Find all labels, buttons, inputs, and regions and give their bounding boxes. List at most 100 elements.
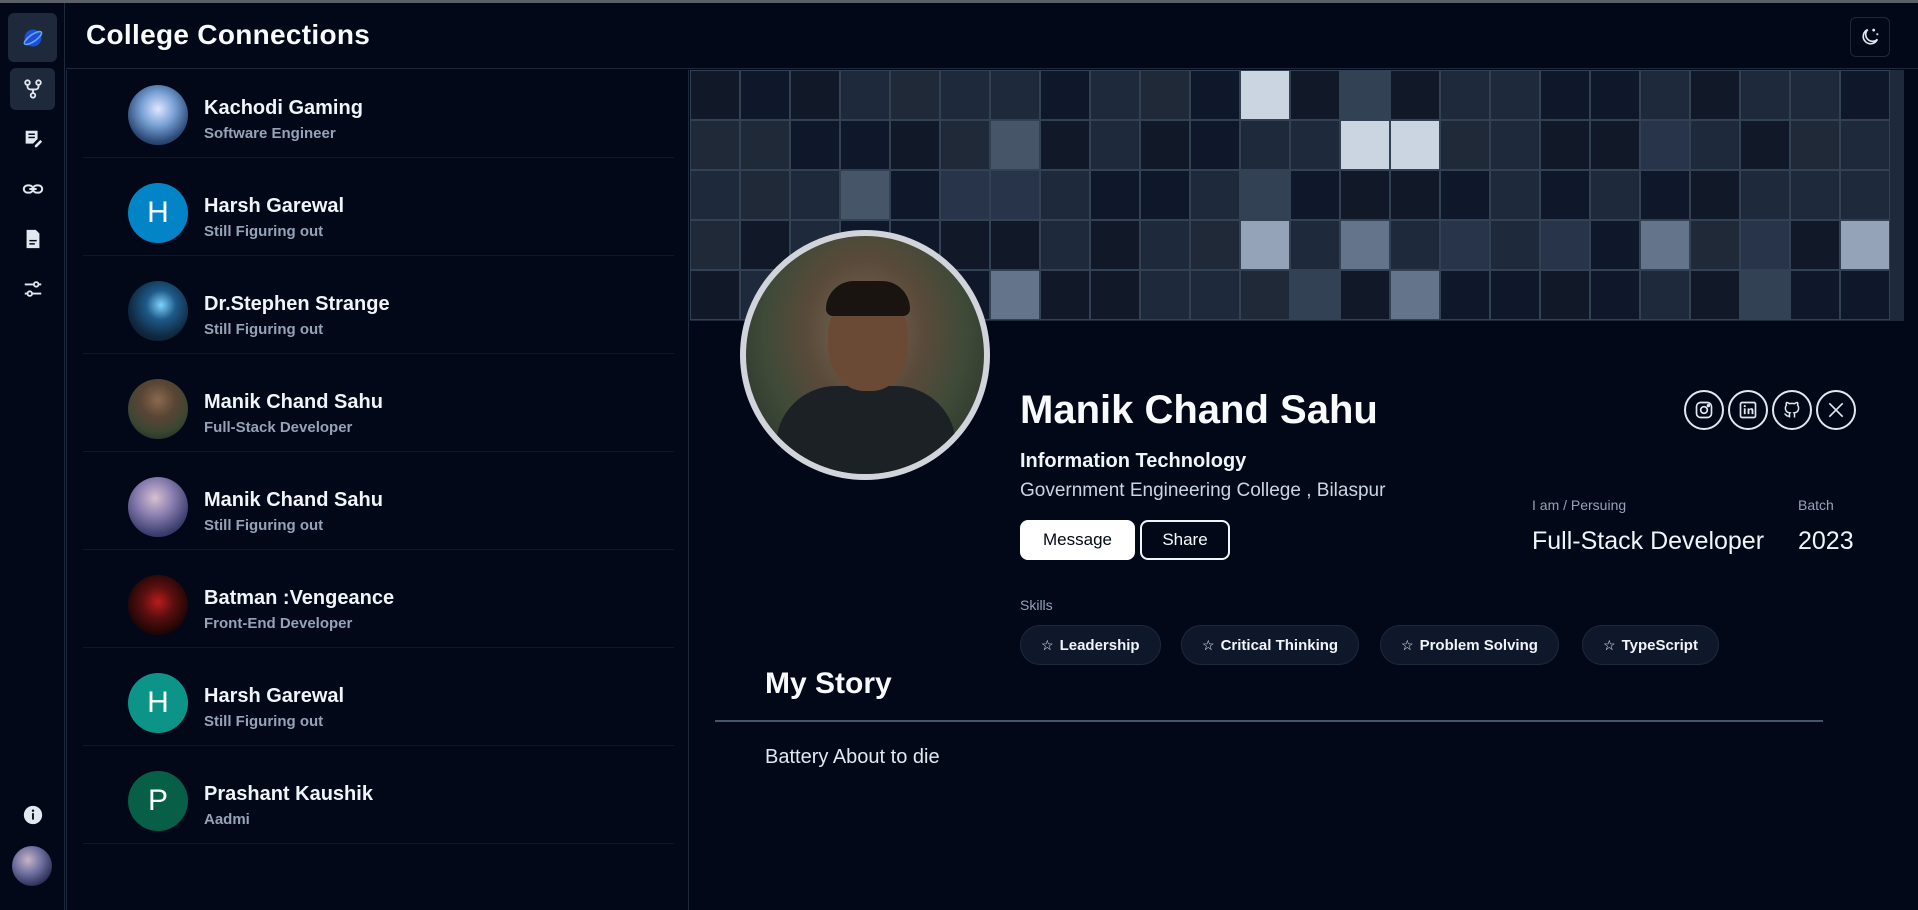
banner-tile: [740, 120, 790, 170]
info-button[interactable]: [10, 794, 55, 836]
x-link[interactable]: [1816, 390, 1856, 430]
contact-role: Still Figuring out: [204, 713, 324, 730]
banner-tile: [1390, 170, 1440, 220]
share-button[interactable]: Share: [1140, 520, 1230, 560]
story-title: My Story: [765, 667, 892, 700]
banner-tile: [1690, 270, 1740, 320]
banner-tile: [1840, 170, 1890, 220]
banner-tile: [1290, 70, 1340, 120]
skill-chip[interactable]: ☆ Critical Thinking: [1181, 625, 1360, 665]
banner-tile: [690, 170, 740, 220]
banner-tile: [1840, 70, 1890, 120]
skill-chip[interactable]: ☆ Leadership: [1020, 625, 1161, 665]
banner-tile: [1240, 70, 1290, 120]
profile-name: Manik Chand Sahu: [1020, 388, 1378, 432]
banner-tile: [790, 170, 840, 220]
banner-tile: [1090, 270, 1140, 320]
banner-tile: [1390, 120, 1440, 170]
rail-notes-button[interactable]: [10, 118, 55, 160]
contact-item[interactable]: Manik Chand Sahu Full-Stack Developer: [83, 364, 674, 452]
banner-tile: [1690, 220, 1740, 270]
contact-item[interactable]: Batman :Vengeance Front-End Developer: [83, 560, 674, 648]
banner-tile: [1290, 120, 1340, 170]
pursuing-value: Full-Stack Developer: [1532, 527, 1765, 555]
banner-tile: [1340, 70, 1390, 120]
banner-tile: [1840, 220, 1890, 270]
banner-tile: [1490, 70, 1540, 120]
contact-name: Kachodi Gaming: [204, 97, 363, 119]
document-icon: [26, 229, 39, 249]
contact-avatar: [128, 85, 188, 145]
banner-tile: [940, 170, 990, 220]
banner-tile: [1790, 270, 1840, 320]
contact-avatar: [128, 575, 188, 635]
banner-tile: [1590, 70, 1640, 120]
banner-tile: [1040, 170, 1090, 220]
star-icon: ☆: [1603, 636, 1616, 653]
skill-chip[interactable]: ☆ Problem Solving: [1380, 625, 1559, 665]
banner-tile: [1490, 220, 1540, 270]
contact-item[interactable]: Kachodi Gaming Software Engineer: [83, 70, 674, 158]
rail-link-button[interactable]: [10, 168, 55, 210]
banner-tile: [1790, 120, 1840, 170]
banner-tile: [1140, 170, 1190, 220]
banner-tile: [1040, 70, 1090, 120]
contact-item[interactable]: P Prashant Kaushik Aadmi: [83, 756, 674, 844]
contact-role: Software Engineer: [204, 125, 336, 142]
rail-branch-button[interactable]: [10, 68, 55, 110]
contact-item[interactable]: Dr.Stephen Strange Still Figuring out: [83, 266, 674, 354]
rail-document-button[interactable]: [10, 218, 55, 260]
star-icon: ☆: [1401, 636, 1414, 653]
contact-role: Still Figuring out: [204, 517, 324, 534]
banner-tile: [1090, 70, 1140, 120]
github-link[interactable]: [1772, 390, 1812, 430]
banner-tile: [1740, 120, 1790, 170]
app-header: College Connections: [66, 3, 1918, 69]
contact-item[interactable]: H Harsh Garewal Still Figuring out: [83, 168, 674, 256]
linkedin-icon: [1739, 401, 1757, 419]
banner-tile: [790, 70, 840, 120]
rail-settings-button[interactable]: [10, 268, 55, 310]
banner-tile: [1640, 120, 1690, 170]
banner-tile: [740, 70, 790, 120]
banner-tile: [990, 170, 1040, 220]
banner-tile: [890, 120, 940, 170]
banner-tile: [740, 170, 790, 220]
banner-tile: [990, 120, 1040, 170]
banner-tile: [1590, 120, 1640, 170]
banner-tile: [1490, 170, 1540, 220]
user-avatar[interactable]: [12, 846, 52, 886]
banner-tile: [1790, 220, 1840, 270]
banner-tile: [1690, 70, 1740, 120]
banner-tile: [1740, 220, 1790, 270]
linkedin-link[interactable]: [1728, 390, 1768, 430]
banner-tile: [1290, 220, 1340, 270]
contact-item[interactable]: Manik Chand Sahu Still Figuring out: [83, 462, 674, 550]
link-icon: [22, 184, 43, 194]
banner-tile: [1040, 270, 1090, 320]
banner-tile: [1190, 270, 1240, 320]
contact-avatar: [128, 379, 188, 439]
banner-tile: [1540, 120, 1590, 170]
banner-tile: [1640, 70, 1690, 120]
banner-tile: [1440, 120, 1490, 170]
banner-tile: [1240, 170, 1290, 220]
banner-tile: [690, 120, 740, 170]
message-button[interactable]: Message: [1020, 520, 1135, 560]
banner-tile: [1090, 220, 1140, 270]
contact-item[interactable]: H Harsh Garewal Still Figuring out: [83, 658, 674, 746]
x-icon: [1828, 402, 1844, 418]
instagram-icon: [1695, 401, 1713, 419]
banner-tile: [840, 120, 890, 170]
story-text: Battery About to die: [765, 746, 940, 768]
banner-tile: [1590, 170, 1640, 220]
logo-icon[interactable]: [8, 13, 57, 62]
contact-avatar: H: [128, 673, 188, 733]
banner-tile: [1340, 120, 1390, 170]
theme-toggle-button[interactable]: [1850, 17, 1890, 57]
skill-label: Critical Thinking: [1220, 636, 1339, 654]
banner-tile: [940, 70, 990, 120]
skill-chip[interactable]: ☆ TypeScript: [1582, 625, 1719, 665]
banner-tile: [1140, 220, 1190, 270]
instagram-link[interactable]: [1684, 390, 1724, 430]
